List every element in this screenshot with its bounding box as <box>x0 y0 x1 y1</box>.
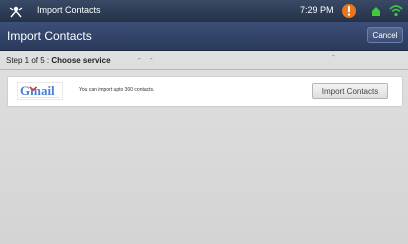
status-bar: Import Contacts 7:29 PM <box>0 0 408 22</box>
cancel-button[interactable]: Cancel <box>367 27 403 43</box>
wifi-icon <box>389 5 403 17</box>
page-title: Import Contacts <box>7 29 92 43</box>
step-dash: - <box>150 54 153 63</box>
gmail-logo: Gmail <box>17 82 63 100</box>
step-label: Step 1 of 5 : Choose service <box>6 56 111 65</box>
status-app-title: Import Contacts <box>37 5 101 15</box>
import-contacts-button[interactable]: Import Contacts <box>312 83 388 99</box>
step-prefix: Step 1 of 5 : <box>6 56 52 65</box>
service-description: You can import upto 300 contacts. <box>79 87 155 93</box>
divider <box>0 69 408 70</box>
service-card-gmail: Gmail You can import upto 300 contacts. … <box>7 76 403 107</box>
step-name: Choose service <box>51 56 111 65</box>
gmail-logo-text: Gmail <box>20 83 55 98</box>
screen: Import Contacts 7:29 PM Import Contacts … <box>0 0 408 244</box>
clock: 7:29 PM <box>300 5 334 15</box>
alert-icon[interactable] <box>341 3 357 19</box>
step-dash: - <box>138 54 141 63</box>
action-bar: Import Contacts Cancel <box>0 22 408 51</box>
step-indicator: Step 1 of 5 : Choose service - - - <box>0 51 408 71</box>
step-dash: - <box>332 51 335 60</box>
app-icon <box>9 6 23 18</box>
notification-icon[interactable] <box>371 6 381 17</box>
